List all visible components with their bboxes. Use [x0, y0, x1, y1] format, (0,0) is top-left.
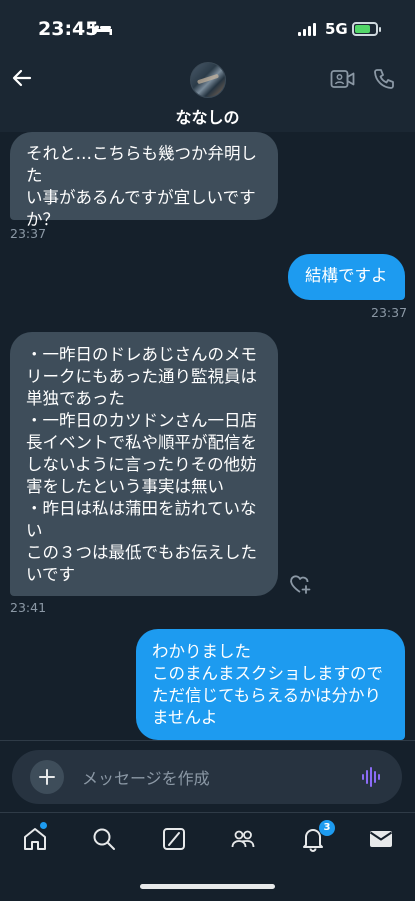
- message-timestamp: 23:37: [371, 305, 408, 320]
- sleep-mode-icon: [92, 23, 112, 35]
- home-icon[interactable]: [22, 826, 48, 852]
- voice-message-icon[interactable]: [360, 765, 384, 789]
- video-call-icon[interactable]: [330, 68, 356, 90]
- grok-icon[interactable]: [161, 826, 187, 852]
- contact-name[interactable]: ななしの: [0, 104, 415, 128]
- notifications-badge: 3: [319, 820, 335, 836]
- messages-icon[interactable]: [368, 826, 394, 852]
- sent-message-bubble[interactable]: 結構ですよ: [288, 254, 405, 300]
- back-arrow-icon[interactable]: [10, 66, 34, 90]
- battery-icon: [352, 22, 381, 36]
- message-input[interactable]: [80, 763, 344, 793]
- avatar[interactable]: [190, 62, 226, 98]
- plus-icon: [39, 769, 55, 785]
- new-posts-dot: [40, 822, 47, 829]
- add-media-button[interactable]: [30, 760, 64, 794]
- status-time: 23:45: [38, 18, 99, 40]
- signal-icon: [298, 22, 320, 36]
- add-reaction-icon[interactable]: [288, 572, 312, 596]
- communities-icon[interactable]: [230, 826, 256, 852]
- received-message-bubble[interactable]: それと…こちらも幾つか弁明した い事があるんですが宜しいです か？: [10, 132, 278, 229]
- message-timestamp: 23:37: [10, 226, 47, 241]
- message-timestamp: 23:41: [10, 600, 47, 615]
- search-icon[interactable]: [91, 826, 117, 852]
- sent-message-bubble[interactable]: わかりました このまんまスクショしますので ただ信じてもらえるかは分かり ません…: [136, 629, 405, 740]
- received-message-bubble[interactable]: ・一昨日のドレあじさんのメモ リークにもあった通り監視員は 単独であった ・一昨…: [10, 332, 278, 596]
- home-indicator: [140, 884, 275, 889]
- network-type: 5G: [325, 20, 348, 38]
- phone-call-icon[interactable]: [372, 67, 396, 91]
